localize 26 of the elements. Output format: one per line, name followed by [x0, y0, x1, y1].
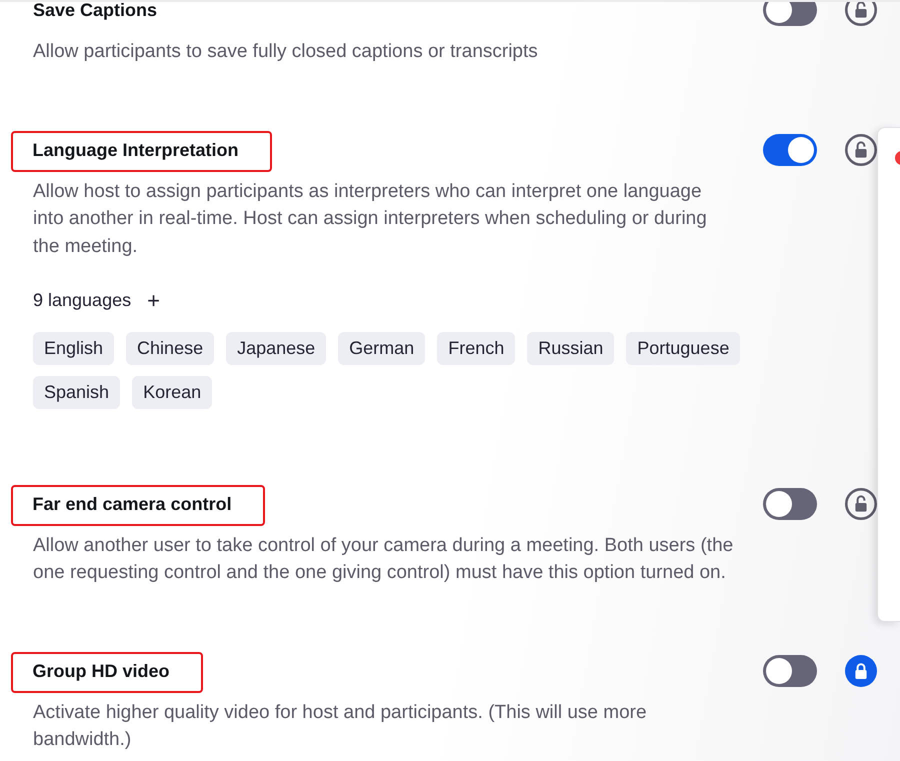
language-tag: Spanish: [33, 376, 120, 408]
toggle-switch[interactable]: [763, 134, 817, 166]
language-tag: French: [437, 332, 516, 364]
unlocked-padlock-icon[interactable]: [845, 2, 877, 26]
unlocked-padlock-icon[interactable]: [845, 488, 877, 520]
add-language-button[interactable]: +: [145, 288, 162, 313]
setting-description: Allow another user to take control of your camera during a meeting. Both users (the one requesting control and the one giving control) must have this option turned on.: [33, 534, 734, 585]
setting-description: Allow participants to save fully closed captions or transcripts: [33, 40, 539, 64]
language-tag: Korean: [132, 376, 212, 408]
language-tag: Japanese: [226, 332, 326, 364]
language-tag: German: [338, 332, 426, 364]
language-count: 9 languages: [33, 290, 132, 312]
language-tag: English: [33, 332, 114, 364]
toggle-switch[interactable]: [763, 654, 817, 686]
setting-description: Activate higher quality video for host and participants. (This will use more bandwidth.): [33, 700, 648, 752]
language-tag: Russian: [527, 332, 614, 364]
setting-description: Allow host to assign participants as interpreters who can interpret one language into another in real-time. Host can assign interpreters when scheduling or during the meeting.: [33, 180, 708, 258]
toggle-switch[interactable]: [763, 488, 817, 520]
setting-title: Language Interpretation: [32, 138, 239, 160]
language-tag: Portuguese: [626, 332, 740, 364]
language-tag: Chinese: [126, 332, 214, 364]
locked-padlock-icon[interactable]: [845, 654, 877, 686]
unlocked-padlock-icon[interactable]: [845, 134, 877, 166]
setting-title: Group HD video: [32, 660, 170, 682]
setting-title: Save Captions: [33, 2, 158, 21]
setting-title: Far end camera control: [32, 492, 232, 514]
